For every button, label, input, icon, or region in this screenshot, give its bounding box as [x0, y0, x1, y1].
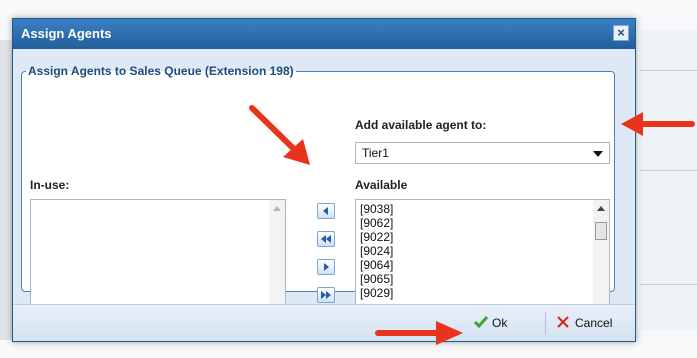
- move-right-button[interactable]: [317, 259, 335, 275]
- available-agent-item[interactable]: [9024]: [360, 244, 393, 258]
- dialog-content: Assign Agents to Sales Queue (Extension …: [13, 49, 635, 323]
- assign-agents-dialog: Assign Agents × Assign Agents to Sales Q…: [12, 18, 636, 342]
- double-arrow-left-icon: [321, 235, 331, 243]
- checkmark-icon: [473, 316, 489, 329]
- available-label: Available: [355, 178, 408, 192]
- tier-select[interactable]: Tier1: [355, 142, 610, 164]
- close-icon: ×: [617, 25, 625, 40]
- footer-separator: [545, 312, 546, 334]
- add-agent-label: Add available agent to:: [355, 118, 487, 132]
- background-panel-left: [0, 40, 12, 340]
- available-agent-item[interactable]: [9064]: [360, 258, 393, 272]
- in-use-label: In-use:: [30, 178, 70, 192]
- tier-select-value: Tier1: [362, 146, 389, 160]
- available-agent-item[interactable]: [9022]: [360, 230, 393, 244]
- close-button[interactable]: ×: [613, 25, 629, 41]
- dialog-titlebar[interactable]: Assign Agents ×: [13, 19, 635, 49]
- move-left-button[interactable]: [317, 203, 335, 219]
- scroll-thumb[interactable]: [595, 222, 607, 240]
- assign-agents-group: Assign Agents to Sales Queue (Extension …: [21, 64, 615, 323]
- ok-label: Ok: [492, 316, 508, 330]
- dialog-footer: Ok Cancel: [13, 304, 635, 341]
- move-all-right-button[interactable]: [317, 287, 335, 303]
- scroll-up-icon[interactable]: [273, 206, 281, 211]
- scroll-up-icon[interactable]: [597, 206, 605, 211]
- arrow-left-icon: [323, 207, 328, 215]
- group-legend: Assign Agents to Sales Queue (Extension …: [28, 64, 294, 78]
- cancel-x-icon: [557, 316, 569, 328]
- background-panel-right: [640, 30, 697, 330]
- arrow-right-icon: [324, 263, 329, 271]
- double-arrow-right-icon: [321, 291, 331, 299]
- available-agent-item[interactable]: [9065]: [360, 272, 393, 286]
- available-agent-item[interactable]: [9062]: [360, 216, 393, 230]
- dialog-title: Assign Agents: [21, 26, 112, 41]
- chevron-down-icon: [593, 151, 603, 157]
- available-agent-item[interactable]: [9029]: [360, 286, 393, 300]
- move-all-left-button[interactable]: [317, 231, 335, 247]
- available-agent-item[interactable]: [9038]: [360, 202, 393, 216]
- cancel-label: Cancel: [575, 316, 613, 330]
